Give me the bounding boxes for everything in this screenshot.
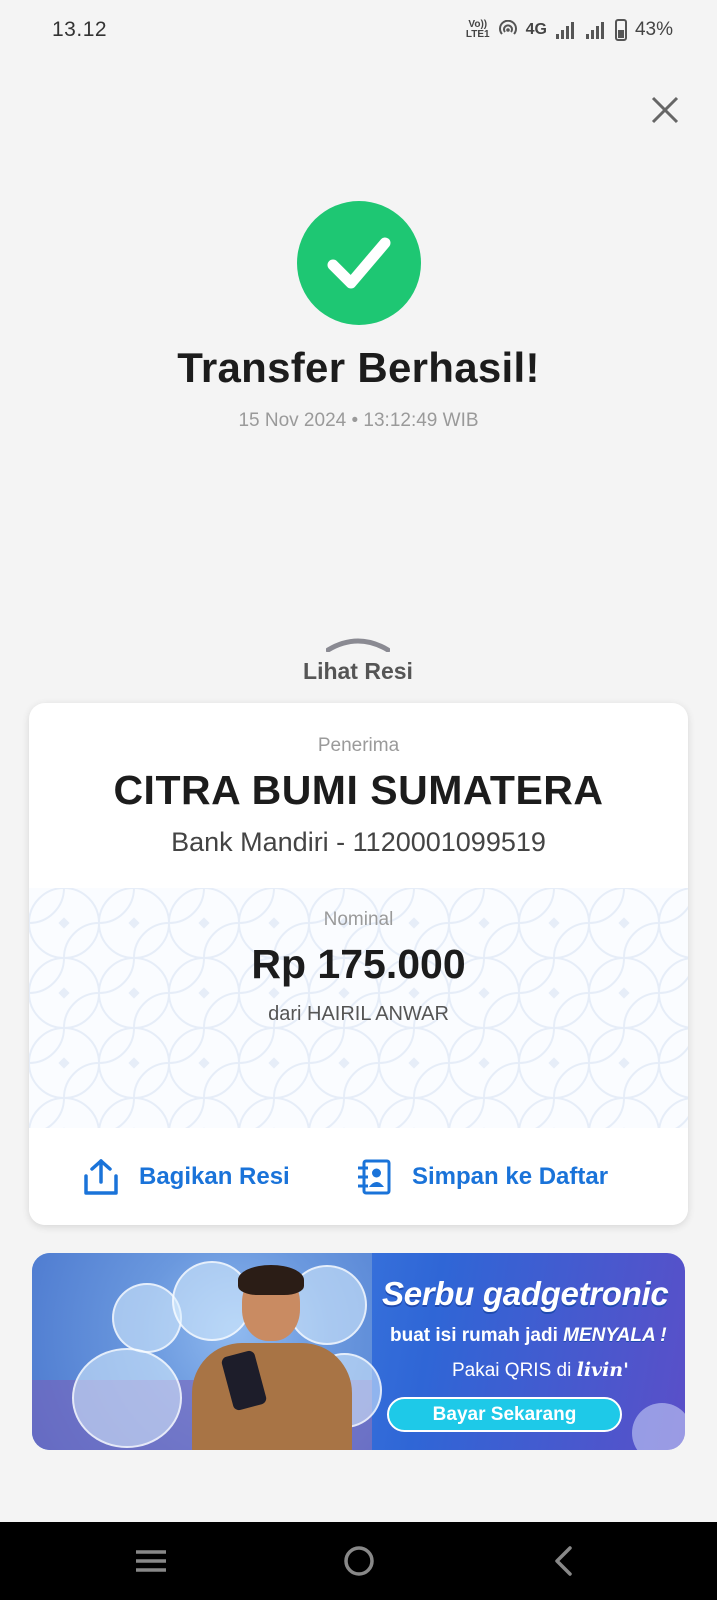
sender-name: dari HAIRIL ANWAR [268, 1003, 449, 1025]
checkmark-icon [327, 237, 391, 289]
share-icon [84, 1158, 118, 1195]
chevron-up-icon [326, 638, 390, 652]
battery-percent: 43% [634, 19, 673, 40]
battery-icon [614, 19, 627, 41]
home-icon [344, 1546, 374, 1576]
view-receipt-toggle[interactable]: Lihat Resi [258, 636, 458, 686]
save-to-list-label: Simpan ke Daftar [412, 1162, 609, 1190]
network-type: 4G [525, 21, 547, 38]
volte-line2: LTE1 [465, 29, 490, 40]
banner-title: Serbu gadgetronic [382, 1275, 669, 1312]
gamepad-bubble [632, 1403, 685, 1450]
banner-qris-line: Pakai QRIS di livin' [452, 1359, 629, 1382]
save-to-list-button[interactable]: Simpan ke Daftar [356, 1158, 608, 1196]
share-receipt-button[interactable]: Bagikan Resi [83, 1158, 290, 1196]
person-body [192, 1343, 352, 1450]
recent-apps-button[interactable] [131, 1541, 171, 1581]
recipient-label: Penerima [317, 735, 400, 756]
close-button[interactable] [645, 90, 685, 130]
receipt-card: Penerima CITRA BUMI SUMATERA Bank Mandir… [29, 703, 688, 1225]
signal-icon [555, 22, 574, 39]
share-receipt-label: Bagikan Resi [139, 1162, 290, 1190]
recipient-account: Bank Mandiri - 1120001099519 [171, 827, 546, 857]
promo-banner[interactable]: Serbu gadgetronic buat isi rumah jadi ME… [32, 1253, 685, 1450]
recent-apps-icon [136, 1550, 166, 1572]
livin-logo: livin' [576, 1359, 629, 1381]
view-receipt-label: Lihat Resi [303, 658, 413, 684]
transaction-datetime: 15 Nov 2024 • 13:12:49 WIB [238, 410, 479, 431]
headphones-bubble [112, 1283, 182, 1353]
home-button[interactable] [339, 1541, 379, 1581]
banner-subtitle-text: buat isi rumah jadi [390, 1325, 558, 1346]
signal-icon-2 [585, 22, 604, 39]
banner-subtitle-highlight: MENYALA ! [563, 1325, 667, 1346]
success-title: Transfer Berhasil! [177, 344, 540, 391]
success-badge [297, 201, 421, 325]
recipient-name: CITRA BUMI SUMATERA [113, 767, 604, 813]
status-icons: Vo)) LTE1 4G 43% [466, 19, 673, 41]
banner-subtitle: buat isi rumah jadi MENYALA ! [390, 1325, 667, 1347]
close-icon [651, 96, 679, 124]
navigation-bar [0, 1522, 717, 1600]
banner-qris-text: Pakai QRIS di [452, 1360, 572, 1381]
amount-label: Nominal [323, 909, 394, 930]
pay-now-button[interactable]: Bayar Sekarang [387, 1397, 622, 1432]
status-bar: 13.12 Vo)) LTE1 4G 43% [0, 0, 717, 60]
volte-icon: Vo)) LTE1 [466, 20, 490, 40]
back-icon [555, 1546, 572, 1576]
transfer-amount: Rp 175.000 [251, 941, 466, 987]
back-button[interactable] [545, 1541, 585, 1581]
hotspot-icon [498, 20, 517, 35]
laptop-bubble [72, 1348, 182, 1448]
person-hair [238, 1265, 304, 1295]
contact-add-icon [358, 1159, 391, 1194]
receipt-actions: Bagikan Resi Simpan ke Daftar [29, 1128, 688, 1225]
status-time: 13.12 [52, 18, 108, 41]
